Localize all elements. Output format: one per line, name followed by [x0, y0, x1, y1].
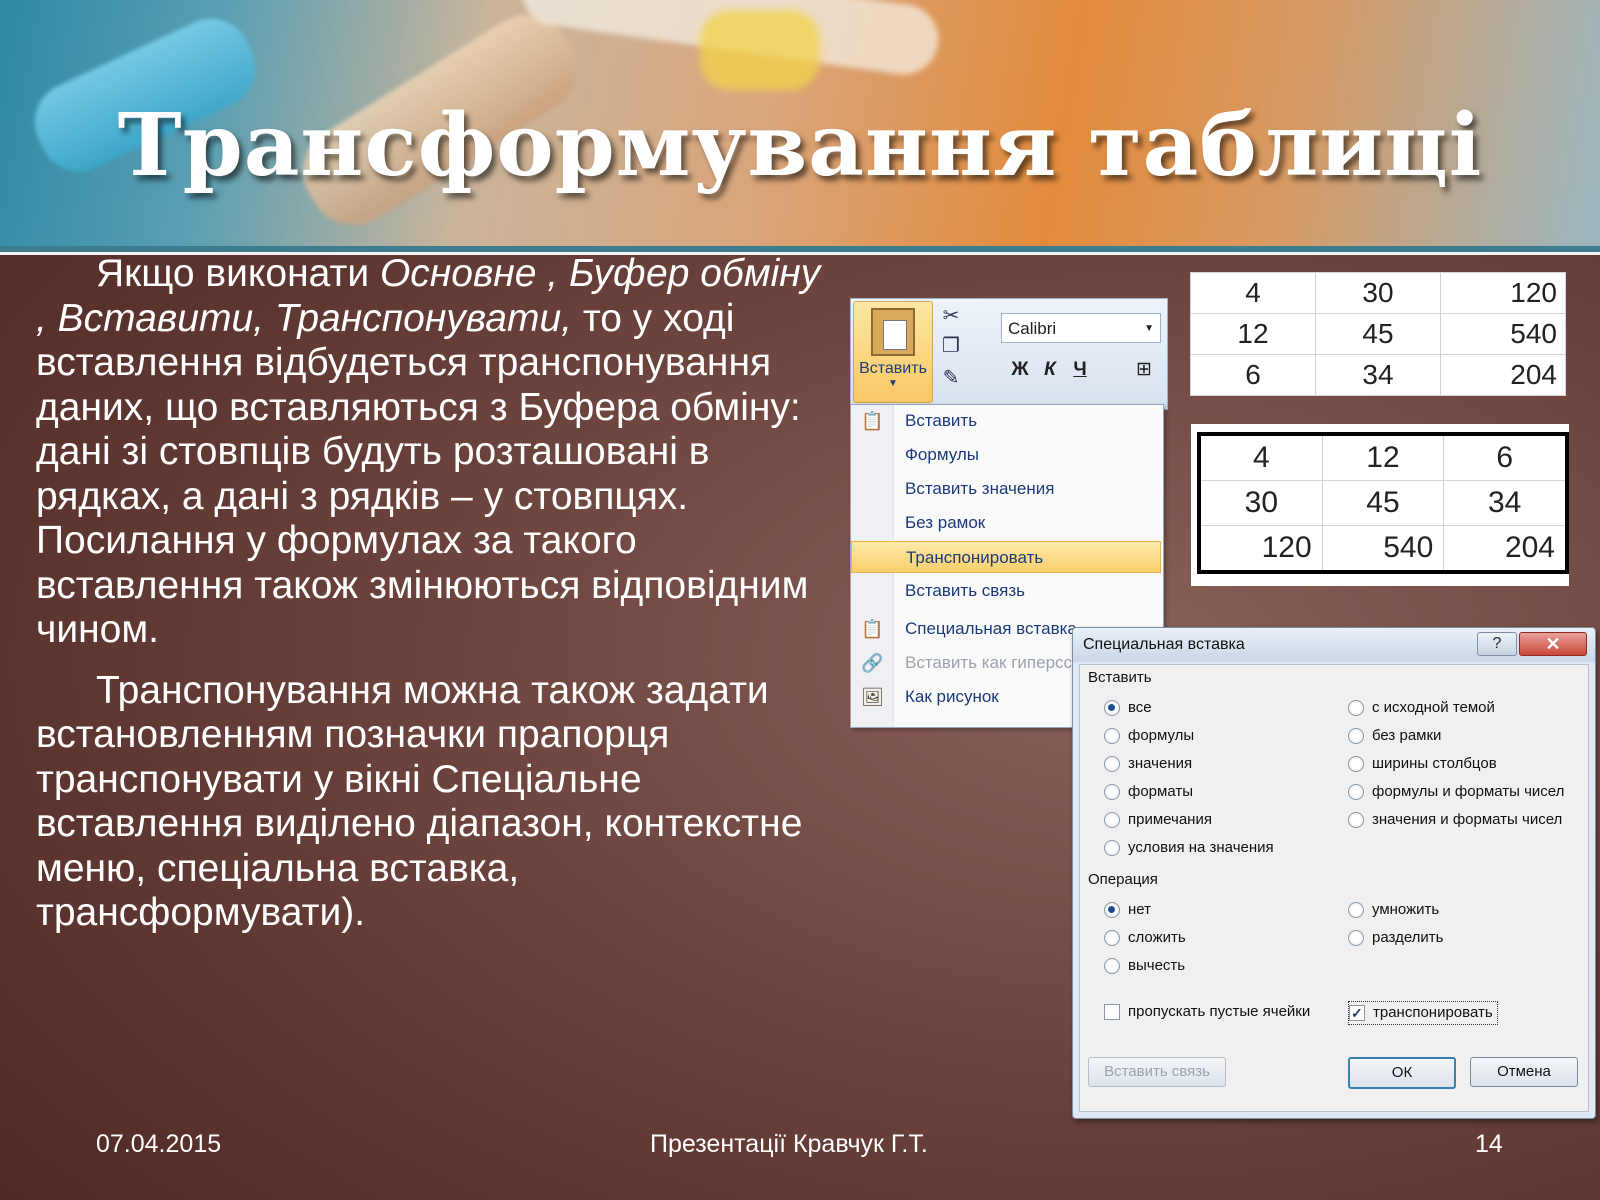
- paragraph-1: Якщо виконати Основне , Буфер обміну , В…: [36, 252, 836, 653]
- paste-button-label: Вставить: [859, 360, 927, 377]
- radio-values-number-formats[interactable]: значения и форматы чисел: [1348, 809, 1562, 831]
- radio-op-add[interactable]: сложить: [1104, 927, 1186, 949]
- table-row: 30 45 34: [1198, 480, 1568, 526]
- radio-column-widths[interactable]: ширины столбцов: [1348, 753, 1497, 775]
- cut-icon[interactable]: ✂: [939, 303, 963, 327]
- picture-icon: 🖼: [861, 687, 884, 707]
- menu-item-no-borders[interactable]: Без рамок: [851, 507, 1161, 539]
- table-cell[interactable]: 12: [1190, 313, 1316, 355]
- table-cell[interactable]: 4: [1198, 433, 1323, 481]
- paragraph-1-lead: Якщо виконати: [96, 252, 380, 295]
- table-cell[interactable]: 30: [1315, 272, 1441, 314]
- chevron-down-icon: ▼: [888, 378, 898, 389]
- excel-ribbon-clipboard: Вставить ▼ ✂ ❐ ✎ Calibri ▼ Ж К Ч ⊞: [850, 298, 1168, 410]
- chevron-down-icon: ▼: [1144, 323, 1154, 334]
- borders-icon[interactable]: ⊞: [1131, 357, 1157, 383]
- paragraph-2: Транспонування можна також задати встано…: [36, 669, 836, 936]
- font-name-select[interactable]: Calibri ▼: [1001, 313, 1161, 343]
- paste-special-icon: 📋: [861, 619, 884, 639]
- table-row: 120 540 204: [1198, 525, 1568, 573]
- table-cell[interactable]: 6: [1190, 354, 1316, 396]
- font-name-value: Calibri: [1008, 319, 1057, 338]
- radio-values[interactable]: значения: [1104, 753, 1192, 775]
- radio-comments[interactable]: примечания: [1104, 809, 1212, 831]
- original-table: 4 30 120 12 45 540 6 34 204: [1190, 272, 1566, 396]
- table-cell[interactable]: 204: [1443, 525, 1568, 573]
- table-cell[interactable]: 34: [1315, 354, 1441, 396]
- format-painter-icon[interactable]: ✎: [939, 365, 963, 389]
- skip-blanks-checkbox[interactable]: пропускать пустые ячейки: [1104, 1001, 1310, 1023]
- hyperlink-icon: 🔗: [861, 653, 884, 673]
- table-row: 6 34 204: [1190, 354, 1566, 396]
- close-button[interactable]: ✕: [1519, 632, 1587, 656]
- radio-op-multiply[interactable]: умножить: [1348, 899, 1439, 921]
- radio-op-divide[interactable]: разделить: [1348, 927, 1443, 949]
- table-cell[interactable]: 6: [1443, 433, 1568, 481]
- operation-group-label: Операция: [1088, 871, 1158, 888]
- footer-author: Презентації Кравчук Г.Т.: [650, 1130, 928, 1158]
- radio-formulas-number-formats[interactable]: формулы и форматы чисел: [1348, 781, 1564, 803]
- radio-formats[interactable]: форматы: [1104, 781, 1193, 803]
- underline-button[interactable]: Ч: [1067, 357, 1093, 383]
- table-cell[interactable]: 204: [1440, 354, 1566, 396]
- radio-op-none[interactable]: нет: [1104, 899, 1151, 921]
- dialog-title: Специальная вставка: [1083, 636, 1245, 653]
- radio-all[interactable]: все: [1104, 697, 1152, 719]
- paste-link-button: Вставить связь: [1088, 1057, 1226, 1087]
- chalk-image-yellow: [700, 10, 820, 90]
- radio-validation[interactable]: условия на значения: [1104, 837, 1274, 859]
- radio-formulas[interactable]: формулы: [1104, 725, 1194, 747]
- paste-special-dialog: Специальная вставка ? ✕ Вставить все фор…: [1072, 627, 1596, 1119]
- table-cell[interactable]: 30: [1198, 480, 1323, 526]
- paragraph-2-text: Транспонування можна також задати встано…: [36, 668, 803, 935]
- table-cell[interactable]: 120: [1440, 272, 1566, 314]
- radio-source-theme[interactable]: с исходной темой: [1348, 697, 1495, 719]
- table-cell[interactable]: 45: [1321, 480, 1445, 526]
- paste-group-label: Вставить: [1088, 669, 1152, 686]
- table-row: 12 45 540: [1190, 313, 1566, 355]
- table-cell[interactable]: 540: [1321, 525, 1445, 573]
- paste-button[interactable]: Вставить ▼: [853, 301, 933, 403]
- table-cell[interactable]: 540: [1440, 313, 1566, 355]
- transposed-table-panel: 4 12 6 30 45 34 120 540 204: [1191, 424, 1569, 586]
- paste-icon: 📋: [861, 411, 884, 431]
- radio-no-borders[interactable]: без рамки: [1348, 725, 1441, 747]
- footer-date: 07.04.2015: [96, 1130, 222, 1158]
- cancel-button[interactable]: Отмена: [1470, 1057, 1578, 1087]
- menu-item-paste-link[interactable]: Вставить связь: [851, 575, 1161, 607]
- italic-button[interactable]: К: [1037, 357, 1063, 383]
- paragraph-1-rest: то у ході вставлення відбудеться транспо…: [36, 296, 809, 652]
- help-button[interactable]: ?: [1477, 632, 1517, 656]
- menu-item-transpose[interactable]: Транспонировать: [851, 541, 1161, 573]
- menu-item-paste-values[interactable]: Вставить значения: [851, 473, 1161, 505]
- transpose-checkbox[interactable]: транспонировать: [1348, 1001, 1498, 1025]
- transposed-table: 4 12 6 30 45 34 120 540 204: [1197, 432, 1569, 574]
- table-cell[interactable]: 34: [1443, 480, 1568, 526]
- slide-body: Якщо виконати Основне , Буфер обміну , В…: [36, 252, 836, 952]
- ok-button[interactable]: ОК: [1348, 1057, 1456, 1089]
- clipboard-icon: [871, 308, 915, 356]
- slide-title: Трансформування таблиці: [117, 95, 1483, 196]
- table-cell[interactable]: 12: [1321, 433, 1445, 481]
- radio-op-subtract[interactable]: вычесть: [1104, 955, 1185, 977]
- table-cell[interactable]: 45: [1315, 313, 1441, 355]
- table-row: 4 12 6: [1198, 433, 1568, 481]
- footer-page-number: 14: [1475, 1130, 1503, 1158]
- dialog-titlebar[interactable]: Специальная вставка ? ✕: [1073, 628, 1595, 662]
- dialog-body: Вставить все формулы значения форматы пр…: [1079, 664, 1589, 1112]
- table-row: 4 30 120: [1190, 272, 1566, 314]
- table-cell[interactable]: 4: [1190, 272, 1316, 314]
- menu-item-formulas[interactable]: Формулы: [851, 439, 1161, 471]
- menu-item-paste[interactable]: 📋 Вставить: [851, 405, 1161, 437]
- table-cell[interactable]: 120: [1198, 525, 1323, 573]
- copy-icon[interactable]: ❐: [939, 333, 963, 357]
- bold-button[interactable]: Ж: [1007, 357, 1033, 383]
